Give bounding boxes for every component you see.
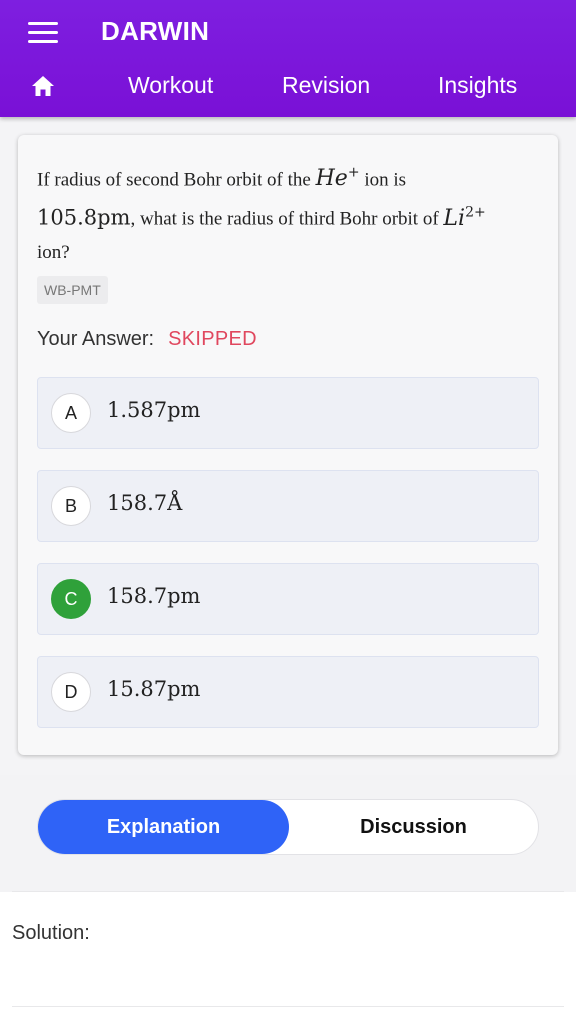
option-text: 158.7Å <box>107 491 183 515</box>
tab-explanation[interactable]: Explanation <box>38 800 289 854</box>
option-text: 158.7pm <box>107 584 201 608</box>
nav-workout[interactable]: Workout <box>128 72 213 99</box>
option-letter: A <box>51 393 91 433</box>
exam-tag: WB-PMT <box>37 276 108 304</box>
nav-insights[interactable]: Insights <box>438 72 517 99</box>
given-radius: 105.8pm <box>37 205 131 230</box>
tab-discussion[interactable]: Discussion <box>289 800 538 854</box>
option-letter-correct: C <box>51 579 91 619</box>
app-bar: DARWIN Workout Revision Insights <box>0 0 576 117</box>
option-a[interactable]: A 1.587pm <box>37 377 539 449</box>
option-d[interactable]: D 15.87pm <box>37 656 539 728</box>
question-card: If radius of second Bohr orbit of the He… <box>18 135 558 755</box>
option-letter: B <box>51 486 91 526</box>
option-c[interactable]: C 158.7pm <box>37 563 539 635</box>
answer-status: SKIPPED <box>168 328 257 350</box>
solution-label: Solution: <box>12 922 90 944</box>
home-icon[interactable] <box>30 74 56 98</box>
ion-li: Li2+ <box>443 204 486 231</box>
option-letter: D <box>51 672 91 712</box>
explanation-discussion-toggle: Explanation Discussion <box>37 799 539 855</box>
nav-revision[interactable]: Revision <box>282 72 370 99</box>
menu-icon[interactable] <box>28 22 58 44</box>
option-b[interactable]: B 158.7Å <box>37 470 539 542</box>
ion-he: He+ <box>315 165 360 192</box>
app-title: DARWIN <box>101 16 210 46</box>
option-text: 15.87pm <box>107 677 201 701</box>
top-nav: Workout Revision Insights <box>0 60 576 112</box>
divider <box>12 1006 564 1007</box>
option-text: 1.587pm <box>107 398 201 422</box>
your-answer: Your Answer: SKIPPED <box>37 328 257 351</box>
question-text: If radius of second Bohr orbit of the He… <box>37 165 486 263</box>
divider <box>12 891 564 892</box>
answer-label: Your Answer: <box>37 328 155 350</box>
